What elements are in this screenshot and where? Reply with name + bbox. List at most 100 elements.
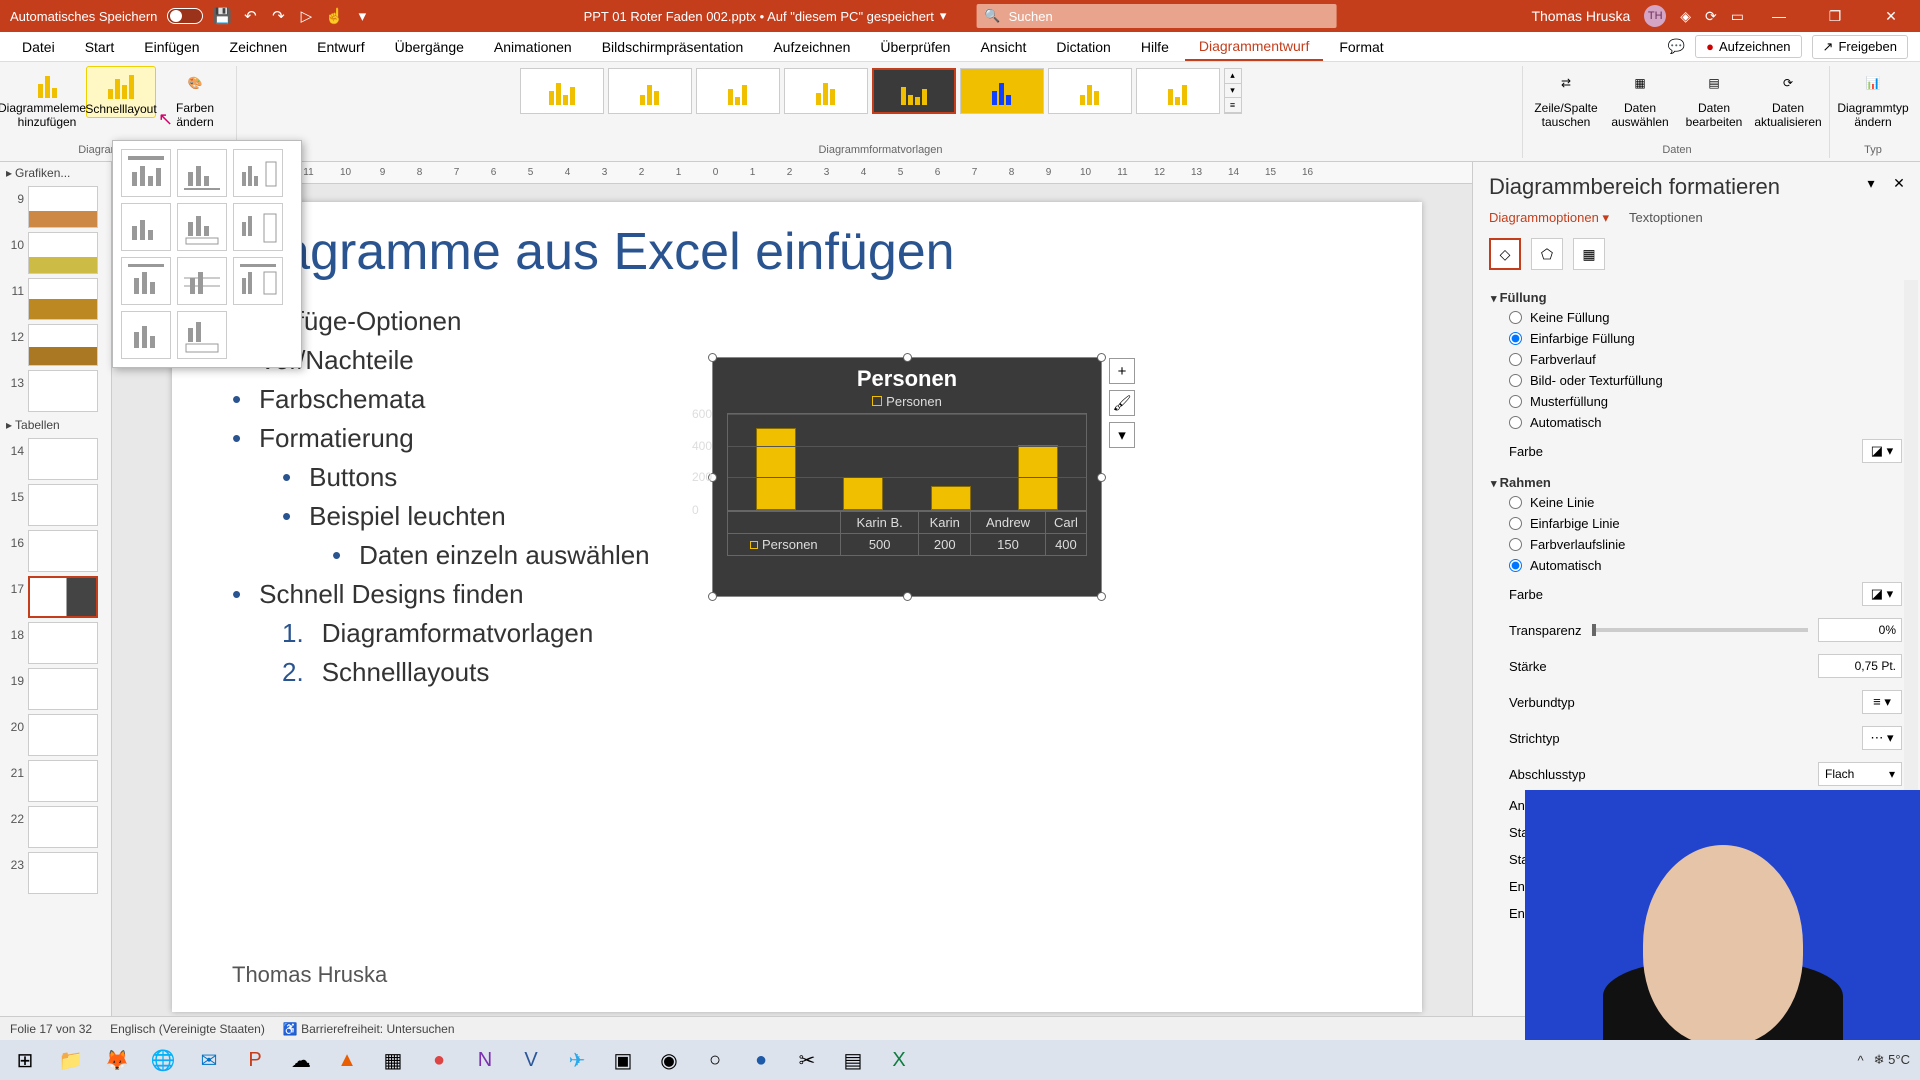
edit-data-button[interactable]: ▤Daten bearbeiten xyxy=(1679,66,1749,130)
quick-layout-button[interactable]: Schnelllayout xyxy=(86,66,156,118)
slide-canvas[interactable]: Diagramme aus Excel einfügen Einfüge-Opt… xyxy=(172,202,1422,1012)
slide-title[interactable]: Diagramme aus Excel einfügen xyxy=(172,202,1422,292)
visio-icon[interactable]: V xyxy=(510,1042,552,1078)
layout-option-7[interactable] xyxy=(121,257,171,305)
app-icon-6[interactable]: ● xyxy=(740,1042,782,1078)
pane-options-icon[interactable]: ▾ xyxy=(1860,172,1882,194)
title-dropdown-icon[interactable]: ▾ xyxy=(940,8,947,24)
tab-aufzeichnen[interactable]: Aufzeichnen xyxy=(759,32,864,61)
save-icon[interactable]: 💾 xyxy=(213,7,231,25)
compound-picker[interactable]: ≡ ▾ xyxy=(1862,690,1902,714)
fill-picture-radio[interactable]: Bild- oder Texturfüllung xyxy=(1491,370,1902,391)
start-button[interactable]: ⊞ xyxy=(4,1042,46,1078)
slide-counter[interactable]: Folie 17 von 32 xyxy=(10,1022,92,1036)
chart-title[interactable]: Personen xyxy=(713,358,1101,394)
tab-ansicht[interactable]: Ansicht xyxy=(966,32,1040,61)
powerpoint-icon[interactable]: P xyxy=(234,1042,276,1078)
start-from-beginning-icon[interactable]: ▷ xyxy=(297,7,315,25)
app-icon-4[interactable]: ▣ xyxy=(602,1042,644,1078)
excel-icon[interactable]: X xyxy=(878,1042,920,1078)
app-icon-2[interactable]: ▦ xyxy=(372,1042,414,1078)
thumb-10[interactable] xyxy=(28,232,98,274)
resize-handle[interactable] xyxy=(1097,473,1106,482)
tab-ueberpruefen[interactable]: Überprüfen xyxy=(866,32,964,61)
thumb-21[interactable] xyxy=(28,760,98,802)
chart-bar-0[interactable] xyxy=(756,428,796,510)
section-tabellen[interactable]: ▸ Tabellen xyxy=(0,414,111,436)
fill-solid-radio[interactable]: Einfarbige Füllung xyxy=(1491,328,1902,349)
dash-picker[interactable]: ⋯ ▾ xyxy=(1862,726,1902,750)
app-icon-3[interactable]: ● xyxy=(418,1042,460,1078)
line-solid-radio[interactable]: Einfarbige Linie xyxy=(1491,513,1902,534)
line-color-picker[interactable]: ◪ ▾ xyxy=(1862,582,1902,606)
app-icon[interactable]: ☁ xyxy=(280,1042,322,1078)
sync-icon[interactable]: ⟳ xyxy=(1705,8,1717,25)
tab-einfuegen[interactable]: Einfügen xyxy=(130,32,213,61)
transparency-value[interactable]: 0% xyxy=(1818,618,1902,642)
width-value[interactable]: 0,75 Pt. xyxy=(1818,654,1902,678)
thumb-9[interactable] xyxy=(28,186,98,228)
tray-expand-icon[interactable]: ^ xyxy=(1858,1053,1864,1068)
cap-picker[interactable]: Flach▾ xyxy=(1818,762,1902,786)
layout-option-5[interactable] xyxy=(177,203,227,251)
tab-uebergaenge[interactable]: Übergänge xyxy=(381,32,478,61)
explorer-icon[interactable]: 📁 xyxy=(50,1042,92,1078)
pane-close-icon[interactable]: ✕ xyxy=(1888,172,1910,194)
refresh-data-button[interactable]: ⟳Daten aktualisieren xyxy=(1753,66,1823,130)
resize-handle[interactable] xyxy=(903,592,912,601)
line-none-radio[interactable]: Keine Linie xyxy=(1491,492,1902,513)
chart-bar-2[interactable] xyxy=(931,486,971,511)
fill-gradient-radio[interactable]: Farbverlauf xyxy=(1491,349,1902,370)
outlook-icon[interactable]: ✉ xyxy=(188,1042,230,1078)
autosave-toggle[interactable] xyxy=(167,8,203,24)
change-chart-type-button[interactable]: 📊Diagrammtyp ändern xyxy=(1838,66,1908,130)
tab-entwurf[interactable]: Entwurf xyxy=(303,32,378,61)
tab-format[interactable]: Format xyxy=(1325,32,1397,61)
tab-animationen[interactable]: Animationen xyxy=(480,32,586,61)
layout-option-1[interactable] xyxy=(121,149,171,197)
touch-mode-icon[interactable]: ☝ xyxy=(325,7,343,25)
obs-icon[interactable]: ◉ xyxy=(648,1042,690,1078)
thumb-12[interactable] xyxy=(28,324,98,366)
layout-option-10[interactable] xyxy=(121,311,171,359)
pane-tab-options[interactable]: Diagrammoptionen ▾ xyxy=(1489,210,1609,226)
thumb-18[interactable] xyxy=(28,622,98,664)
chart-bar-1[interactable] xyxy=(843,477,883,510)
app-icon-5[interactable]: ○ xyxy=(694,1042,736,1078)
thumb-13[interactable] xyxy=(28,370,98,412)
thumb-15[interactable] xyxy=(28,484,98,526)
window-layout-icon[interactable]: ▭ xyxy=(1731,8,1744,25)
share-button[interactable]: ↗Freigeben xyxy=(1812,35,1908,59)
layout-option-6[interactable] xyxy=(233,203,283,251)
resize-handle[interactable] xyxy=(708,592,717,601)
chart-style-2[interactable] xyxy=(608,68,692,114)
tab-praesentation[interactable]: Bildschirmpräsentation xyxy=(588,32,758,61)
search-box[interactable]: 🔍 Suchen xyxy=(976,4,1336,28)
switch-row-column-button[interactable]: ⇄Zeile/Spalte tauschen xyxy=(1531,66,1601,130)
qat-more-icon[interactable]: ▾ xyxy=(353,7,371,25)
firefox-icon[interactable]: 🦊 xyxy=(96,1042,138,1078)
resize-handle[interactable] xyxy=(903,353,912,362)
fill-auto-radio[interactable]: Automatisch xyxy=(1491,412,1902,433)
effects-icon[interactable]: ⬠ xyxy=(1531,238,1563,270)
layout-option-9[interactable] xyxy=(233,257,283,305)
language[interactable]: Englisch (Vereinigte Staaten) xyxy=(110,1022,265,1036)
fill-color-picker[interactable]: ◪ ▾ xyxy=(1862,439,1902,463)
app-icon-8[interactable]: ▤ xyxy=(832,1042,874,1078)
telegram-icon[interactable]: ✈ xyxy=(556,1042,598,1078)
maximize-button[interactable]: ❐ xyxy=(1814,0,1856,32)
chart-data-table[interactable]: Karin B. Karin Andrew Carl Personen 500 … xyxy=(727,511,1087,556)
chart-style-8[interactable] xyxy=(1136,68,1220,114)
chart-style-6[interactable] xyxy=(960,68,1044,114)
thumb-16[interactable] xyxy=(28,530,98,572)
embedded-chart[interactable]: Personen Personen 600 400 200 0 Ka xyxy=(712,357,1102,597)
onenote-icon[interactable]: N xyxy=(464,1042,506,1078)
add-chart-element-button[interactable]: Diagrammelement hinzufügen xyxy=(12,66,82,130)
chart-style-7[interactable] xyxy=(1048,68,1132,114)
diamond-icon[interactable]: ◈ xyxy=(1680,8,1691,25)
thumb-20[interactable] xyxy=(28,714,98,756)
accessibility[interactable]: ♿ Barrierefreiheit: Untersuchen xyxy=(283,1022,455,1036)
layout-option-3[interactable] xyxy=(233,149,283,197)
comments-icon[interactable]: 💬 xyxy=(1668,38,1685,55)
style-gallery-scroll[interactable]: ▴▾≡ xyxy=(1224,68,1242,114)
